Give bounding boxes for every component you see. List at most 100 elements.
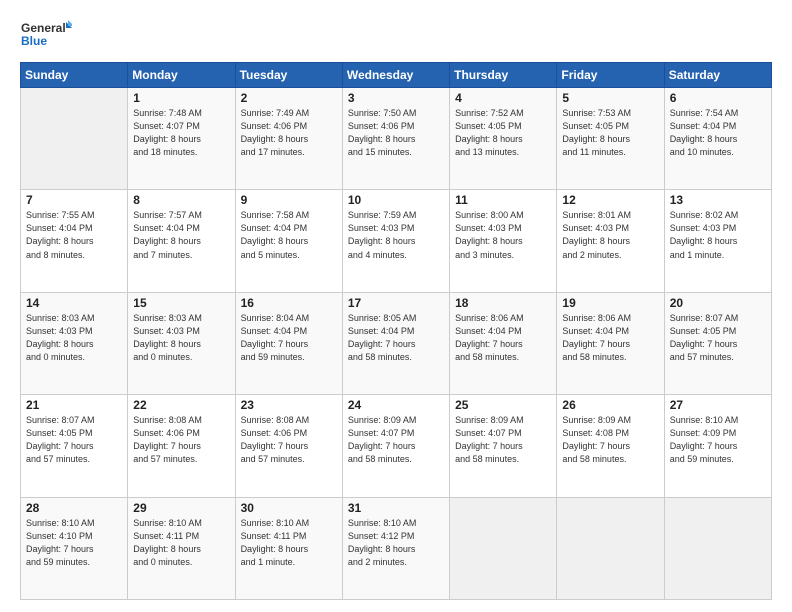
calendar-week-row: 28 Sunrise: 8:10 AM Sunset: 4:10 PM Dayli…	[21, 497, 772, 599]
day-number: 22	[133, 398, 229, 412]
day-number: 24	[348, 398, 444, 412]
logo-svg: General Blue	[20, 18, 72, 54]
day-number: 12	[562, 193, 658, 207]
calendar-cell: 8 Sunrise: 7:57 AM Sunset: 4:04 PM Daylig…	[128, 190, 235, 292]
day-number: 3	[348, 91, 444, 105]
svg-text:Blue: Blue	[21, 34, 47, 48]
day-number: 29	[133, 501, 229, 515]
day-detail: Sunrise: 8:07 AM Sunset: 4:05 PM Dayligh…	[26, 414, 122, 466]
calendar-cell	[557, 497, 664, 599]
day-detail: Sunrise: 8:09 AM Sunset: 4:07 PM Dayligh…	[455, 414, 551, 466]
day-detail: Sunrise: 7:57 AM Sunset: 4:04 PM Dayligh…	[133, 209, 229, 261]
day-detail: Sunrise: 7:53 AM Sunset: 4:05 PM Dayligh…	[562, 107, 658, 159]
calendar-cell: 1Sunrise: 7:48 AM Sunset: 4:07 PM Daylig…	[128, 88, 235, 190]
day-number: 8	[133, 193, 229, 207]
calendar-cell: 15 Sunrise: 8:03 AM Sunset: 4:03 PM Dayli…	[128, 292, 235, 394]
calendar-cell: 20 Sunrise: 8:07 AM Sunset: 4:05 PM Dayli…	[664, 292, 771, 394]
day-detail: Sunrise: 8:10 AM Sunset: 4:11 PM Dayligh…	[241, 517, 337, 569]
day-number: 4	[455, 91, 551, 105]
day-detail: Sunrise: 8:10 AM Sunset: 4:12 PM Dayligh…	[348, 517, 444, 569]
calendar-cell: 13 Sunrise: 8:02 AM Sunset: 4:03 PM Dayli…	[664, 190, 771, 292]
calendar-cell: 24 Sunrise: 8:09 AM Sunset: 4:07 PM Dayli…	[342, 395, 449, 497]
calendar-cell: 11Sunrise: 8:00 AM Sunset: 4:03 PM Dayli…	[450, 190, 557, 292]
col-header-thursday: Thursday	[450, 63, 557, 88]
calendar-cell: 3 Sunrise: 7:50 AM Sunset: 4:06 PM Daylig…	[342, 88, 449, 190]
day-detail: Sunrise: 7:58 AM Sunset: 4:04 PM Dayligh…	[241, 209, 337, 261]
calendar-cell: 18 Sunrise: 8:06 AM Sunset: 4:04 PM Dayli…	[450, 292, 557, 394]
day-number: 18	[455, 296, 551, 310]
calendar-body: 1Sunrise: 7:48 AM Sunset: 4:07 PM Daylig…	[21, 88, 772, 600]
day-number: 21	[26, 398, 122, 412]
calendar-cell: 28 Sunrise: 8:10 AM Sunset: 4:10 PM Dayli…	[21, 497, 128, 599]
calendar-cell: 30 Sunrise: 8:10 AM Sunset: 4:11 PM Dayli…	[235, 497, 342, 599]
col-header-sunday: Sunday	[21, 63, 128, 88]
svg-text:General: General	[21, 21, 66, 35]
day-detail: Sunrise: 8:09 AM Sunset: 4:08 PM Dayligh…	[562, 414, 658, 466]
day-number: 6	[670, 91, 766, 105]
day-number: 16	[241, 296, 337, 310]
calendar-cell: 7Sunrise: 7:55 AM Sunset: 4:04 PM Daylig…	[21, 190, 128, 292]
calendar-header-row: SundayMondayTuesdayWednesdayThursdayFrid…	[21, 63, 772, 88]
header: General Blue	[20, 18, 772, 54]
day-detail: Sunrise: 8:10 AM Sunset: 4:10 PM Dayligh…	[26, 517, 122, 569]
day-detail: Sunrise: 7:52 AM Sunset: 4:05 PM Dayligh…	[455, 107, 551, 159]
calendar-cell: 22 Sunrise: 8:08 AM Sunset: 4:06 PM Dayli…	[128, 395, 235, 497]
calendar-table: SundayMondayTuesdayWednesdayThursdayFrid…	[20, 62, 772, 600]
day-number: 20	[670, 296, 766, 310]
day-detail: Sunrise: 7:50 AM Sunset: 4:06 PM Dayligh…	[348, 107, 444, 159]
calendar-week-row: 14 Sunrise: 8:03 AM Sunset: 4:03 PM Dayli…	[21, 292, 772, 394]
day-number: 5	[562, 91, 658, 105]
calendar-cell: 25Sunrise: 8:09 AM Sunset: 4:07 PM Dayli…	[450, 395, 557, 497]
calendar-cell: 2Sunrise: 7:49 AM Sunset: 4:06 PM Daylig…	[235, 88, 342, 190]
day-number: 15	[133, 296, 229, 310]
day-number: 7	[26, 193, 122, 207]
col-header-saturday: Saturday	[664, 63, 771, 88]
calendar-cell: 29 Sunrise: 8:10 AM Sunset: 4:11 PM Dayli…	[128, 497, 235, 599]
day-number: 23	[241, 398, 337, 412]
calendar-cell: 19Sunrise: 8:06 AM Sunset: 4:04 PM Dayli…	[557, 292, 664, 394]
day-number: 13	[670, 193, 766, 207]
calendar-cell: 5 Sunrise: 7:53 AM Sunset: 4:05 PM Daylig…	[557, 88, 664, 190]
calendar-cell: 21 Sunrise: 8:07 AM Sunset: 4:05 PM Dayli…	[21, 395, 128, 497]
day-detail: Sunrise: 8:10 AM Sunset: 4:09 PM Dayligh…	[670, 414, 766, 466]
calendar-cell	[21, 88, 128, 190]
day-detail: Sunrise: 8:08 AM Sunset: 4:06 PM Dayligh…	[133, 414, 229, 466]
day-detail: Sunrise: 8:07 AM Sunset: 4:05 PM Dayligh…	[670, 312, 766, 364]
day-number: 1	[133, 91, 229, 105]
day-number: 17	[348, 296, 444, 310]
calendar-cell: 14 Sunrise: 8:03 AM Sunset: 4:03 PM Dayli…	[21, 292, 128, 394]
day-number: 28	[26, 501, 122, 515]
logo: General Blue	[20, 18, 72, 54]
calendar-cell: 27Sunrise: 8:10 AM Sunset: 4:09 PM Dayli…	[664, 395, 771, 497]
day-detail: Sunrise: 8:08 AM Sunset: 4:06 PM Dayligh…	[241, 414, 337, 466]
calendar-cell	[664, 497, 771, 599]
day-number: 14	[26, 296, 122, 310]
calendar-cell: 4 Sunrise: 7:52 AM Sunset: 4:05 PM Daylig…	[450, 88, 557, 190]
day-detail: Sunrise: 8:05 AM Sunset: 4:04 PM Dayligh…	[348, 312, 444, 364]
calendar-cell	[450, 497, 557, 599]
day-number: 9	[241, 193, 337, 207]
calendar-cell: 31Sunrise: 8:10 AM Sunset: 4:12 PM Dayli…	[342, 497, 449, 599]
calendar-week-row: 7Sunrise: 7:55 AM Sunset: 4:04 PM Daylig…	[21, 190, 772, 292]
calendar-week-row: 1Sunrise: 7:48 AM Sunset: 4:07 PM Daylig…	[21, 88, 772, 190]
calendar-cell: 9 Sunrise: 7:58 AM Sunset: 4:04 PM Daylig…	[235, 190, 342, 292]
calendar-cell: 6Sunrise: 7:54 AM Sunset: 4:04 PM Daylig…	[664, 88, 771, 190]
calendar-cell: 23 Sunrise: 8:08 AM Sunset: 4:06 PM Dayli…	[235, 395, 342, 497]
calendar-cell: 16Sunrise: 8:04 AM Sunset: 4:04 PM Dayli…	[235, 292, 342, 394]
day-detail: Sunrise: 8:03 AM Sunset: 4:03 PM Dayligh…	[133, 312, 229, 364]
day-number: 11	[455, 193, 551, 207]
calendar-cell: 10Sunrise: 7:59 AM Sunset: 4:03 PM Dayli…	[342, 190, 449, 292]
day-detail: Sunrise: 8:10 AM Sunset: 4:11 PM Dayligh…	[133, 517, 229, 569]
day-number: 30	[241, 501, 337, 515]
day-detail: Sunrise: 8:03 AM Sunset: 4:03 PM Dayligh…	[26, 312, 122, 364]
day-detail: Sunrise: 8:02 AM Sunset: 4:03 PM Dayligh…	[670, 209, 766, 261]
col-header-wednesday: Wednesday	[342, 63, 449, 88]
day-detail: Sunrise: 8:06 AM Sunset: 4:04 PM Dayligh…	[562, 312, 658, 364]
calendar-cell: 17 Sunrise: 8:05 AM Sunset: 4:04 PM Dayli…	[342, 292, 449, 394]
calendar-week-row: 21 Sunrise: 8:07 AM Sunset: 4:05 PM Dayli…	[21, 395, 772, 497]
day-number: 26	[562, 398, 658, 412]
day-detail: Sunrise: 8:06 AM Sunset: 4:04 PM Dayligh…	[455, 312, 551, 364]
day-detail: Sunrise: 7:49 AM Sunset: 4:06 PM Dayligh…	[241, 107, 337, 159]
day-detail: Sunrise: 8:09 AM Sunset: 4:07 PM Dayligh…	[348, 414, 444, 466]
calendar-cell: 12Sunrise: 8:01 AM Sunset: 4:03 PM Dayli…	[557, 190, 664, 292]
